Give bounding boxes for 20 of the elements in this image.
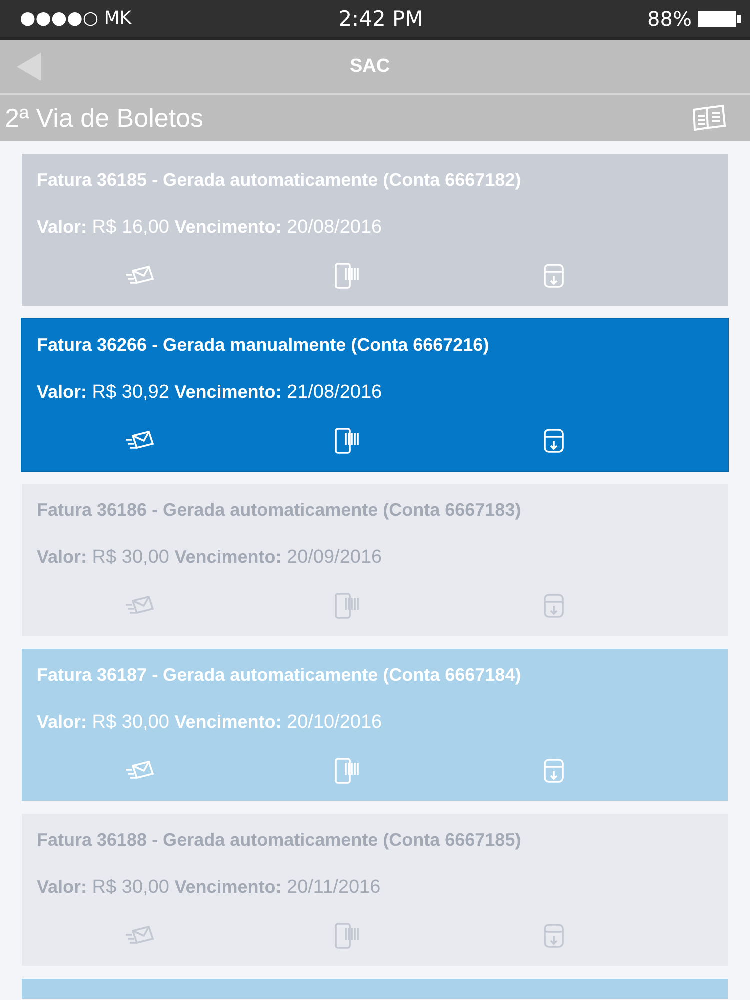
invoice-details: Valor: R$ 30,00 Vencimento: 20/10/2016 (37, 712, 384, 734)
invoice-details: Valor: R$ 30,92 Vencimento: 21/08/2016 (37, 382, 384, 404)
clock-time: 2:42 PM (338, 6, 424, 30)
carrier-label: ●●●●○ MK (20, 8, 133, 29)
back-button[interactable] (17, 52, 41, 80)
battery-icon (698, 10, 742, 28)
battery-percent: 88% (648, 6, 692, 30)
invoice-title: Fatura 36266 - Gerada manualmente (Conta 6667216) (37, 335, 490, 356)
invoice-card[interactable] (22, 979, 728, 999)
invoice-card[interactable]: Fatura 36266 - Gerada manualmente (Conta 6667216) Valor: R$ 30,92 Vencimento: 21/08/2016 (22, 319, 728, 471)
invoice-details: Valor: R$ 30,00 Vencimento: 20/11/2016 (37, 877, 382, 899)
invoice-title: Fatura 36188 - Gerada automaticamente (Conta 6667185) (37, 830, 522, 851)
invoice-details: Valor: R$ 30,00 Vencimento: 20/09/2016 (37, 547, 384, 569)
invoice-title: Fatura 36187 - Gerada automaticamente (Conta 6667184) (37, 665, 522, 686)
invoice-title: Fatura 36186 - Gerada automaticamente (Conta 6667183) (37, 500, 522, 521)
barcode-phone-icon[interactable] (334, 427, 360, 455)
nav-title: SAC (350, 56, 390, 78)
documents-icon[interactable] (692, 104, 728, 132)
envelope-icon[interactable] (125, 430, 156, 452)
page-title: 2ª Via de Boletos (5, 102, 204, 134)
